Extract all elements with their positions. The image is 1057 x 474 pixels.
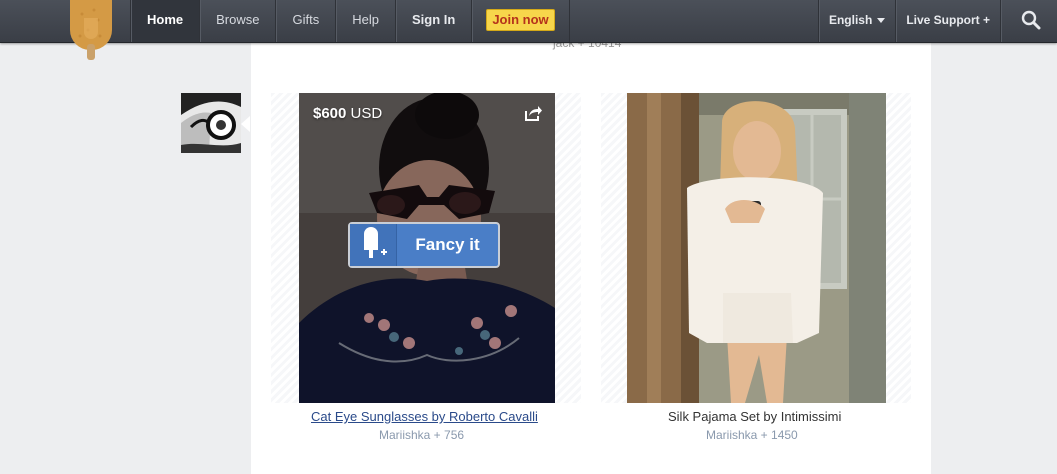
main-nav: Home Browse Gifts Help Sign In Join now — [130, 0, 570, 42]
price-tag: $600 USD — [313, 105, 382, 122]
product-card[interactable] — [601, 93, 911, 403]
language-label: English — [828, 13, 873, 27]
nav-sign-in[interactable]: Sign In — [394, 0, 471, 42]
product-title[interactable]: Silk Pajama Set by Intimissimi — [668, 409, 841, 424]
product-image[interactable]: $600 USD Fancy it — [299, 93, 555, 403]
live-support-link[interactable]: Live Support + — [895, 0, 1000, 42]
site-logo[interactable] — [70, 0, 112, 60]
product-photo — [627, 93, 886, 403]
share-icon[interactable] — [523, 103, 543, 123]
product-card[interactable]: $600 USD Fancy it — [271, 93, 581, 403]
price-amount: $600 — [313, 105, 347, 122]
fancy-it-label: Fancy it — [415, 235, 480, 254]
language-selector[interactable]: English — [817, 0, 895, 42]
product-meta[interactable]: Mariishka + 756 — [379, 428, 464, 442]
top-navigation-bar: Home Browse Gifts Help Sign In Join now … — [0, 0, 1057, 43]
nav-help[interactable]: Help — [335, 0, 395, 42]
avatar-image — [181, 93, 241, 153]
product-title[interactable]: Cat Eye Sunglasses by Roberto Cavalli — [311, 409, 538, 424]
avatar[interactable] — [181, 93, 241, 153]
search-button[interactable] — [1000, 0, 1057, 42]
nav-browse[interactable]: Browse — [199, 0, 275, 42]
fancy-it-button[interactable]: Fancy it — [348, 222, 500, 268]
price-currency: USD — [350, 105, 383, 122]
nav-gifts[interactable]: Gifts — [275, 0, 335, 42]
product-meta[interactable]: Mariishka + 1450 — [706, 428, 798, 442]
product-image[interactable] — [627, 93, 886, 403]
avatar-pointer — [241, 116, 250, 132]
right-nav: English Live Support + — [817, 0, 1057, 42]
join-now-button[interactable]: Join now — [486, 9, 555, 31]
nav-join-cell: Join now — [471, 0, 568, 42]
fancy-popsicle-icon — [350, 224, 397, 266]
search-icon — [1021, 10, 1041, 30]
nav-home[interactable]: Home — [130, 0, 200, 42]
chevron-down-icon — [877, 18, 886, 24]
nav-spacer — [568, 0, 570, 42]
popsicle-logo-icon — [70, 0, 112, 60]
